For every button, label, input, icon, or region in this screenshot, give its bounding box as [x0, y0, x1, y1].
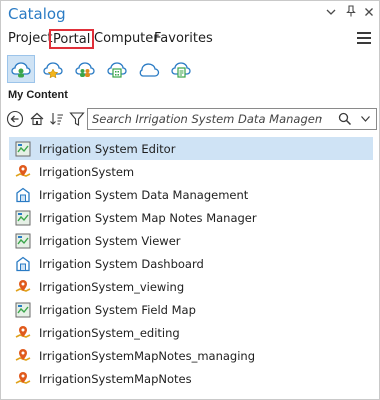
my-organization-icon[interactable] — [103, 55, 131, 83]
back-icon[interactable] — [5, 109, 25, 129]
section-heading: My Content — [8, 89, 68, 101]
sort-icon[interactable] — [47, 109, 67, 129]
title-bar: Catalog — [1, 1, 379, 27]
list-item-label: Irrigation System Field Map — [39, 302, 196, 317]
list-item-label: IrrigationSystemMapNotes — [39, 371, 192, 386]
list-item-label: Irrigation System Editor — [39, 141, 176, 156]
list-item-label: Irrigation System Data Management — [39, 187, 249, 202]
close-icon[interactable] — [361, 5, 377, 21]
web-map-icon — [15, 279, 31, 292]
my-groups-icon[interactable] — [71, 55, 99, 83]
list-item[interactable]: Irrigation System Dashboard — [9, 252, 373, 275]
menu-icon[interactable] — [357, 32, 371, 44]
list-item[interactable]: IrrigationSystem_viewing — [9, 275, 373, 298]
my-content-icon[interactable] — [7, 55, 35, 83]
tab-favorites[interactable]: Favorites — [152, 30, 215, 50]
list-item[interactable]: IrrigationSystem — [9, 160, 373, 183]
web-app-icon — [15, 210, 31, 225]
experience-icon — [16, 187, 30, 202]
search-box — [87, 108, 377, 130]
list-item[interactable]: Irrigation System Viewer — [9, 229, 373, 252]
list-item-label: IrrigationSystemMapNotes_managing — [39, 348, 256, 363]
list-item-label: IrrigationSystem_editing — [39, 325, 180, 340]
pin-icon[interactable] — [343, 5, 359, 21]
web-map-icon — [15, 348, 31, 361]
web-app-icon — [15, 302, 31, 317]
list-item-label: Irrigation System Dashboard — [39, 256, 204, 271]
web-app-icon — [15, 141, 31, 156]
list-item-label: IrrigationSystem — [39, 164, 135, 179]
search-input[interactable] — [92, 111, 322, 127]
list-item[interactable]: IrrigationSystem_editing — [9, 321, 373, 344]
chevron-down-icon[interactable] — [323, 5, 339, 21]
web-app-icon — [15, 233, 31, 248]
living-atlas-icon[interactable] — [167, 55, 195, 83]
tab-project[interactable]: Project — [6, 30, 54, 50]
list-item[interactable]: IrrigationSystemMapNotes_managing — [9, 344, 373, 367]
web-map-icon — [15, 164, 31, 177]
list-item[interactable]: Irrigation System Editor — [9, 137, 373, 160]
portal-source-toolbar — [7, 55, 377, 83]
list-item[interactable]: Irrigation System Data Management — [9, 183, 373, 206]
my-favorites-icon[interactable] — [39, 55, 67, 83]
tab-computer[interactable]: Computer — [92, 30, 161, 50]
web-map-icon — [15, 325, 31, 338]
list-item-label: Irrigation System Viewer — [39, 233, 181, 248]
portal-content-list: Irrigation System Editor IrrigationSyste… — [9, 137, 373, 390]
search-options-dropdown-icon[interactable] — [361, 114, 370, 124]
list-item[interactable]: Irrigation System Field Map — [9, 298, 373, 321]
tab-portal[interactable]: Portal — [49, 29, 95, 49]
list-item-label: IrrigationSystem_viewing — [39, 279, 185, 294]
pane-title: Catalog — [8, 5, 66, 23]
catalog-tabs: Project Portal Computer Favorites — [1, 27, 379, 51]
search-icon[interactable] — [338, 112, 352, 126]
filter-icon[interactable] — [67, 109, 87, 129]
list-item[interactable]: Irrigation System Map Notes Manager — [9, 206, 373, 229]
list-item[interactable]: IrrigationSystemMapNotes — [9, 367, 373, 390]
experience-icon — [16, 256, 30, 271]
web-map-icon — [15, 371, 31, 384]
arcgis-online-icon[interactable] — [135, 55, 163, 83]
catalog-pane: Catalog Project Portal Computer Favorite… — [0, 0, 380, 400]
search-toolbar — [5, 108, 377, 130]
home-icon[interactable] — [27, 109, 47, 129]
list-item-label: Irrigation System Map Notes Manager — [39, 210, 257, 225]
